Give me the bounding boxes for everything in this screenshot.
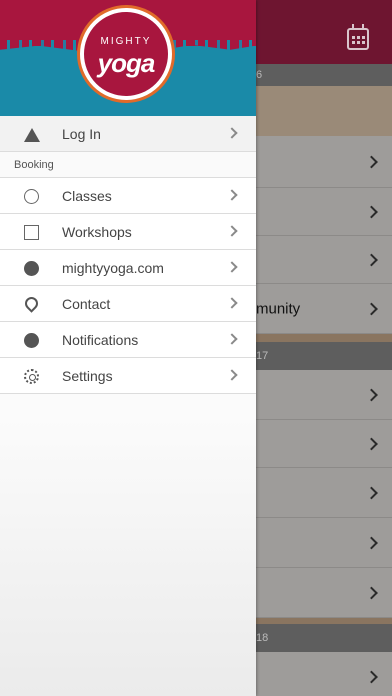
menu-item-contact[interactable]: Contact xyxy=(0,286,256,322)
menu-item-label: Settings xyxy=(62,368,113,384)
circle-icon xyxy=(24,189,39,204)
menu-item-classes[interactable]: Classes xyxy=(0,178,256,214)
chevron-right-icon xyxy=(365,155,378,168)
chevron-right-icon xyxy=(365,586,378,599)
chevron-right-icon xyxy=(226,369,238,381)
logo-text-top: MIGHTY xyxy=(100,36,152,47)
navigation-drawer: MIGHTY yoga Log In Booking Classes Works… xyxy=(0,0,256,696)
globe-icon xyxy=(24,261,39,276)
chevron-right-icon xyxy=(365,486,378,499)
gear-icon xyxy=(24,369,39,384)
row-title: munity xyxy=(256,300,301,317)
menu-item-label: Contact xyxy=(62,296,111,312)
chevron-right-icon xyxy=(226,127,238,139)
chevron-right-icon xyxy=(365,670,378,683)
chevron-right-icon xyxy=(226,297,238,309)
chevron-right-icon xyxy=(226,189,238,201)
chevron-right-icon xyxy=(226,333,238,345)
chevron-right-icon xyxy=(226,261,238,273)
map-pin-icon xyxy=(22,294,41,313)
square-icon xyxy=(24,225,39,240)
section-header-booking: Booking xyxy=(0,152,256,178)
menu-item-label: Workshops xyxy=(62,224,132,240)
menu-item-login[interactable]: Log In xyxy=(0,116,256,152)
logo-text-bottom: yoga xyxy=(97,48,156,78)
chevron-right-icon xyxy=(365,302,378,315)
calendar-icon[interactable] xyxy=(347,24,369,50)
chevron-right-icon xyxy=(226,225,238,237)
drawer-header: MIGHTY yoga xyxy=(0,0,256,116)
menu-item-settings[interactable]: Settings xyxy=(0,358,256,394)
mighty-yoga-logo: MIGHTY yoga xyxy=(80,8,172,100)
menu-item-label: mightyyoga.com xyxy=(62,260,164,276)
menu-item-website[interactable]: mightyyoga.com xyxy=(0,250,256,286)
chevron-right-icon xyxy=(365,388,378,401)
menu-item-label: Log In xyxy=(62,126,101,142)
drawer-menu: Log In Booking Classes Workshops mightyy… xyxy=(0,116,256,394)
menu-item-notifications[interactable]: Notifications xyxy=(0,322,256,358)
menu-item-label: Classes xyxy=(62,188,112,204)
chevron-right-icon xyxy=(365,253,378,266)
menu-item-label: Notifications xyxy=(62,332,139,348)
chevron-right-icon xyxy=(365,536,378,549)
menu-item-workshops[interactable]: Workshops xyxy=(0,214,256,250)
warning-icon xyxy=(24,127,40,142)
chevron-right-icon xyxy=(365,437,378,450)
chat-bubble-icon xyxy=(24,333,39,348)
chevron-right-icon xyxy=(365,205,378,218)
